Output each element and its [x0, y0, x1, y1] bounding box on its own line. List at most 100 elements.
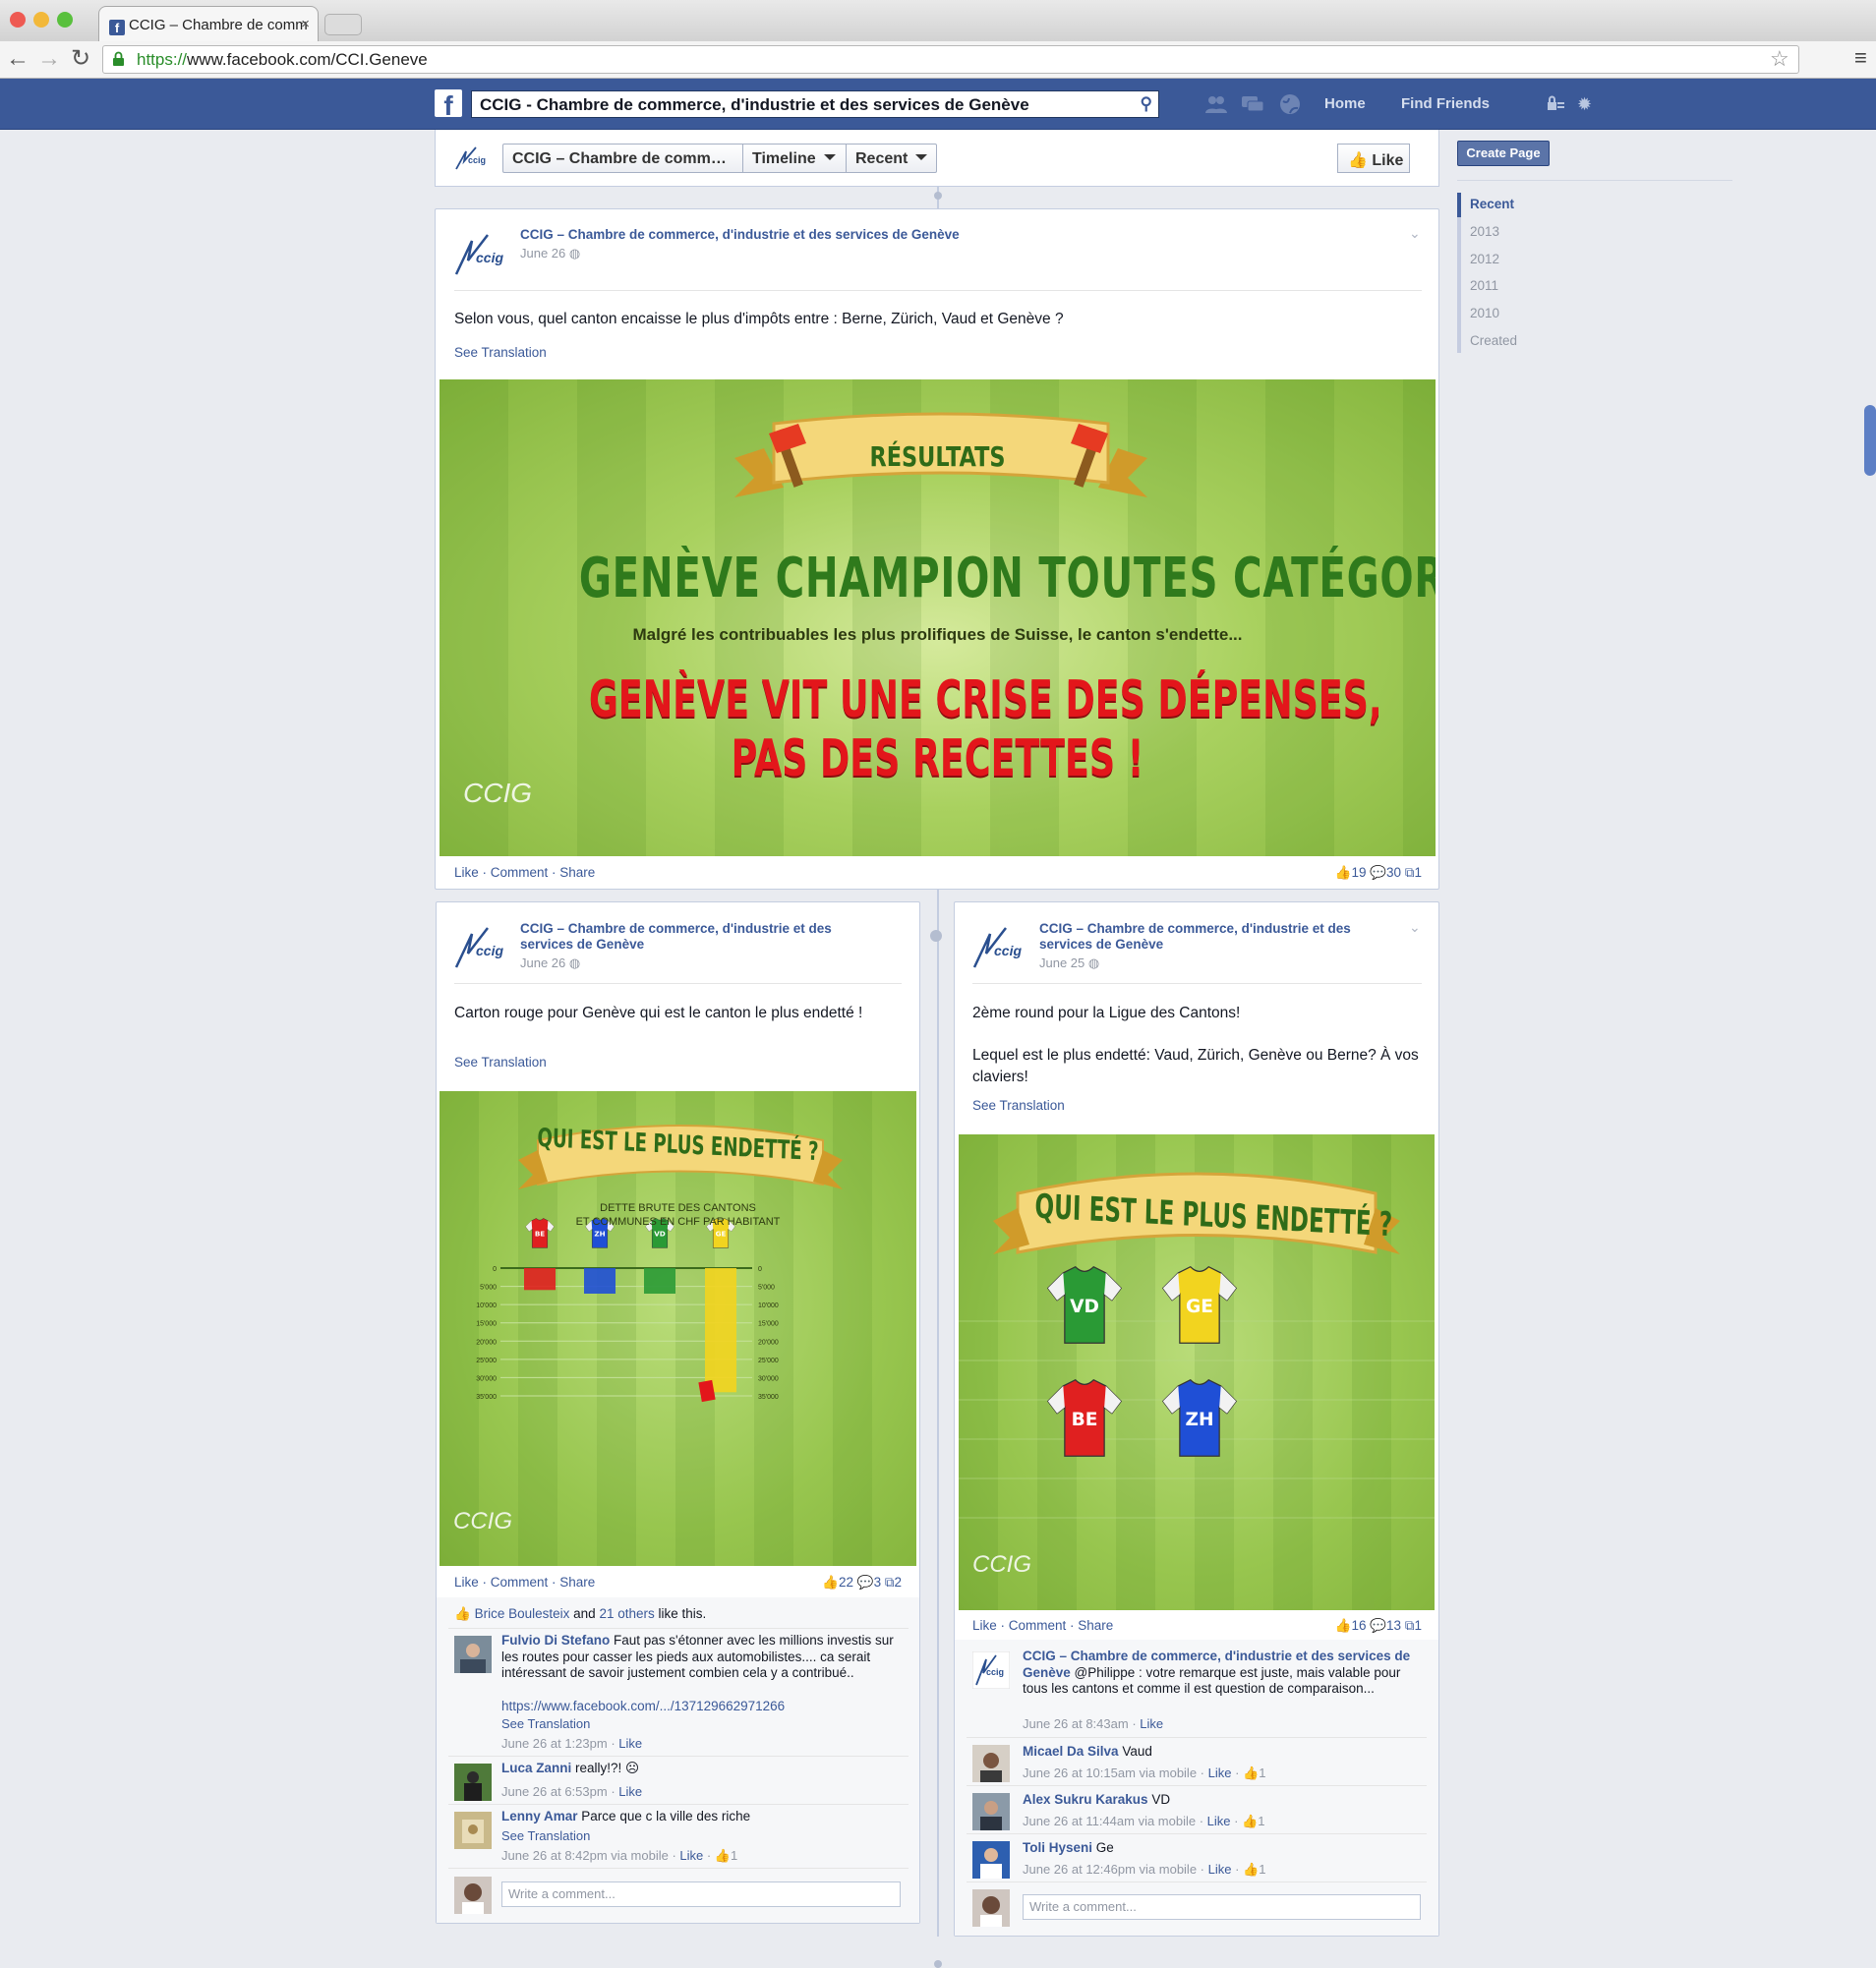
minimize-window-icon[interactable]: [33, 12, 49, 28]
write-comment-input[interactable]: Write a comment...: [501, 1881, 901, 1907]
comment-like-link[interactable]: Like: [679, 1848, 703, 1863]
see-translation-link[interactable]: See Translation: [972, 1098, 1065, 1113]
post-author[interactable]: CCIG – Chambre de commerce, d'industrie …: [520, 227, 960, 243]
comment-count[interactable]: 3: [874, 1575, 882, 1590]
share-count[interactable]: 1: [1414, 865, 1422, 880]
post-actions[interactable]: Like · Comment · Share: [454, 1575, 595, 1590]
notifications-globe-icon[interactable]: [1278, 93, 1302, 115]
comment-like-link[interactable]: Like: [1208, 1862, 1232, 1877]
post-image-chart[interactable]: 0 0 5'000 5'000 10'000 10'000 15'000 15'000 20'0…: [440, 1091, 916, 1566]
comment-like-link[interactable]: Like: [1140, 1716, 1163, 1731]
search-input[interactable]: CCIG - Chambre de commerce, d'industrie …: [471, 90, 1159, 118]
post-date[interactable]: June 26 ◍: [520, 955, 580, 971]
post-actions[interactable]: Like · Comment · Share: [972, 1618, 1113, 1633]
search-icon[interactable]: ⚲: [1141, 94, 1152, 114]
ccig-avatar-icon[interactable]: ccig: [972, 1651, 1010, 1689]
comment-link[interactable]: https://www.facebook.com/.../13712966297…: [501, 1699, 785, 1715]
privacy-shortcuts-icon[interactable]: [1546, 93, 1565, 115]
back-arrow-icon[interactable]: ←: [6, 45, 29, 73]
comment-time[interactable]: June 26 at 12:46pm via mobile: [1023, 1862, 1197, 1877]
comment-time[interactable]: June 26 at 8:42pm via mobile: [501, 1848, 669, 1863]
friend-requests-icon[interactable]: [1204, 93, 1228, 115]
close-window-icon[interactable]: [10, 12, 26, 28]
facebook-logo-icon[interactable]: f: [435, 89, 462, 117]
forward-arrow-icon[interactable]: →: [37, 45, 61, 73]
post-actions[interactable]: Like · Comment · Share: [454, 865, 595, 880]
comment-like-link[interactable]: Like: [1208, 1765, 1232, 1780]
comment-count[interactable]: 13: [1386, 1618, 1401, 1633]
comment-author[interactable]: Fulvio Di Stefano: [501, 1633, 610, 1648]
bookmark-star-icon[interactable]: ☆: [1770, 46, 1789, 72]
page-selector[interactable]: CCIG – Chambre de comm…: [502, 144, 743, 173]
year-item-recent[interactable]: Recent: [1470, 197, 1514, 211]
comment-author[interactable]: Alex Sukru Karakus: [1023, 1792, 1148, 1807]
address-bar[interactable]: https://www.facebook.com/CCI.Geneve: [102, 45, 1799, 74]
year-item-2013[interactable]: 2013: [1470, 224, 1499, 239]
nav-home[interactable]: Home: [1324, 95, 1366, 112]
page-scrollbar-thumb[interactable]: [1864, 405, 1876, 476]
likers-others[interactable]: 21 others: [599, 1606, 654, 1621]
avatar[interactable]: [454, 1764, 492, 1801]
avatar[interactable]: [972, 1793, 1010, 1830]
comment-time[interactable]: June 26 at 1:23pm: [501, 1736, 608, 1751]
avatar[interactable]: [972, 1841, 1010, 1879]
ccig-avatar-icon[interactable]: ccig: [454, 231, 511, 278]
year-item-created[interactable]: Created: [1470, 333, 1517, 348]
ccig-avatar-icon[interactable]: ccig: [972, 924, 1029, 971]
timeline-dropdown[interactable]: Timeline: [742, 144, 847, 173]
like-count[interactable]: 16: [1351, 1618, 1366, 1633]
see-translation-link[interactable]: See Translation: [501, 1716, 590, 1731]
post-options-chevron-icon[interactable]: ⌄: [1409, 225, 1421, 242]
like-count[interactable]: 22: [839, 1575, 853, 1590]
comment-author[interactable]: Toli Hyseni: [1023, 1840, 1092, 1855]
like-page-button[interactable]: 👍 Like: [1337, 144, 1410, 173]
post-options-chevron-icon[interactable]: ⌄: [1409, 919, 1421, 936]
nav-find-friends[interactable]: Find Friends: [1401, 95, 1490, 112]
comment-like-link[interactable]: Like: [1207, 1814, 1231, 1828]
see-translation-link[interactable]: See Translation: [454, 1055, 547, 1070]
post-author[interactable]: CCIG – Chambre de commerce, d'industrie …: [1039, 921, 1351, 953]
post-image-resultats[interactable]: RÉSULTATS GENÈVE CHAMPION TOUTES CATÉGOR…: [440, 379, 1436, 856]
avatar[interactable]: [454, 1812, 492, 1849]
browser-tab[interactable]: f CCIG – Chambre de comm ×: [98, 6, 319, 41]
year-item-2011[interactable]: 2011: [1470, 278, 1498, 293]
create-page-button[interactable]: Create Page: [1457, 141, 1550, 166]
messages-icon[interactable]: [1241, 93, 1264, 115]
post-date[interactable]: June 26 ◍: [520, 246, 580, 261]
tab-close-icon[interactable]: ×: [301, 16, 310, 32]
comment-time[interactable]: June 26 at 8:43am: [1023, 1716, 1129, 1731]
ccig-avatar-icon[interactable]: ccig: [454, 924, 511, 971]
comment-author[interactable]: Lenny Amar: [501, 1809, 578, 1823]
browser-menu-icon[interactable]: ≡: [1854, 45, 1867, 71]
share-count[interactable]: 2: [894, 1575, 902, 1590]
comment-author[interactable]: Micael Da Silva: [1023, 1744, 1119, 1759]
see-translation-link[interactable]: See Translation: [501, 1828, 590, 1843]
new-tab-button[interactable]: [324, 14, 362, 35]
like-count[interactable]: 19: [1351, 865, 1366, 880]
share-count[interactable]: 1: [1414, 1618, 1422, 1633]
zoom-window-icon[interactable]: [57, 12, 73, 28]
recent-dropdown[interactable]: Recent: [846, 144, 937, 173]
comment-author[interactable]: Luca Zanni: [501, 1761, 571, 1775]
avatar[interactable]: [454, 1636, 492, 1673]
post-author[interactable]: CCIG – Chambre de commerce, d'industrie …: [520, 921, 832, 953]
reload-icon[interactable]: ↻: [71, 45, 90, 73]
comment-like-link[interactable]: Like: [618, 1784, 642, 1799]
year-item-2010[interactable]: 2010: [1470, 306, 1499, 320]
write-comment-input[interactable]: Write a comment...: [1023, 1894, 1421, 1920]
avatar[interactable]: [972, 1745, 1010, 1782]
year-item-2012[interactable]: 2012: [1470, 252, 1499, 266]
post-date[interactable]: June 25 ◍: [1039, 955, 1099, 971]
comment-time[interactable]: June 26 at 10:15am via mobile: [1023, 1765, 1197, 1780]
comment-count[interactable]: 30: [1386, 865, 1401, 880]
chart-tick-label-left: 20'000: [476, 1339, 497, 1346]
liker-name[interactable]: Brice Boulesteix: [475, 1606, 570, 1621]
ccig-page-logo-icon[interactable]: ccig: [454, 145, 490, 171]
comment: Luca Zanni really!?! ☹: [501, 1761, 639, 1777]
comment-like-link[interactable]: Like: [618, 1736, 642, 1751]
comment-time[interactable]: June 26 at 6:53pm: [501, 1784, 608, 1799]
see-translation-link[interactable]: See Translation: [454, 345, 547, 360]
settings-gear-icon[interactable]: ✹: [1577, 93, 1601, 115]
post-image-jerseys[interactable]: VD GE BE ZH QUI EST LE PLUS ENDETTÉ ? CCIG: [959, 1134, 1435, 1610]
comment-time[interactable]: June 26 at 11:44am via mobile: [1023, 1814, 1196, 1828]
